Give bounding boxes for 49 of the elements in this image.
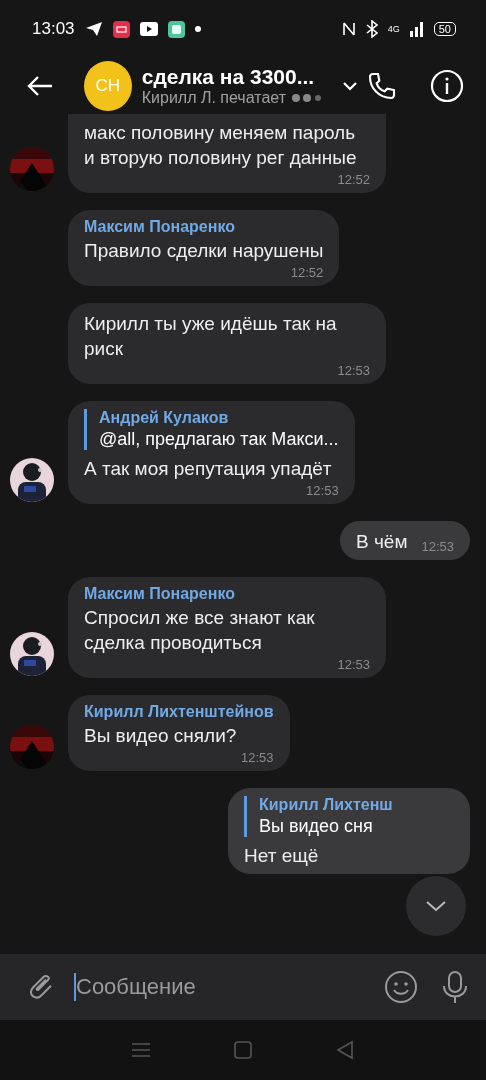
microphone-icon (440, 970, 470, 1004)
reply-quote[interactable]: Кирилл Лихтенш Вы видео сня (244, 796, 393, 837)
quoted-author: Кирилл Лихтенш (259, 796, 393, 814)
phone-icon (366, 70, 398, 102)
signal-icon (409, 21, 424, 37)
caret-icon (342, 81, 358, 91)
message-text: Нет ещё (244, 844, 320, 868)
bluetooth-icon (365, 20, 378, 38)
message-text: В чём (355, 530, 408, 554)
message-text: Вы видео сняли? (84, 724, 238, 748)
typing-status: Кирилл Л. печатает (141, 89, 286, 107)
battery-indicator: 50 (433, 22, 456, 36)
typing-dots-icon (292, 94, 324, 102)
chevron-down-icon (425, 900, 447, 912)
info-icon (430, 69, 464, 103)
chat-title[interactable]: сделка на 3300... (141, 65, 324, 89)
message-time: 12:53 (306, 483, 339, 498)
message-time: 12:53 (421, 539, 454, 554)
quoted-author: Андрей Кулаков (99, 409, 230, 427)
quoted-text: @all, предлагаю так Макси... (99, 429, 339, 450)
back-icon[interactable] (336, 1040, 354, 1060)
back-arrow-icon (26, 74, 54, 98)
paper-plane-icon (84, 21, 103, 37)
app-icon (112, 20, 130, 38)
message-time: 12:53 (337, 363, 370, 378)
message-input[interactable]: Сообщение (74, 973, 366, 1001)
message-time: 12:53 (337, 657, 370, 672)
sender-name: Максим Понаренко (84, 585, 236, 603)
nfc-icon (341, 21, 356, 37)
message-text: Кирилл ты уже идёшь так на риск (84, 312, 338, 361)
sender-name: Кирилл Лихтенштейнов (84, 703, 274, 721)
message-text: макс половину меняем пароль и вторую половину рег данные (84, 121, 358, 170)
home-icon[interactable] (234, 1041, 252, 1059)
message-text: А так моя репутация упадёт (84, 457, 333, 481)
message-text: Спросил же все знают как сделка проводиться (84, 606, 316, 655)
message-time: 12:52 (337, 172, 370, 187)
network-label: 4G (387, 24, 400, 34)
status-time: 13:03 (32, 19, 75, 39)
smiley-icon (384, 970, 418, 1004)
message-time: 12:53 (241, 750, 274, 765)
quoted-text: Вы видео сня (259, 816, 374, 837)
message-text: Правило сделки нарушены (84, 239, 324, 263)
app-icon (167, 20, 185, 38)
play-icon (139, 22, 158, 36)
sender-name: Максим Понаренко (84, 218, 236, 236)
message-time: 12:52 (290, 265, 324, 280)
message-composer[interactable]: Сообщение (0, 954, 486, 1020)
dot-icon (194, 26, 201, 32)
reply-quote[interactable]: Андрей Кулаков @all, предлагаю так Макси... (84, 409, 339, 450)
